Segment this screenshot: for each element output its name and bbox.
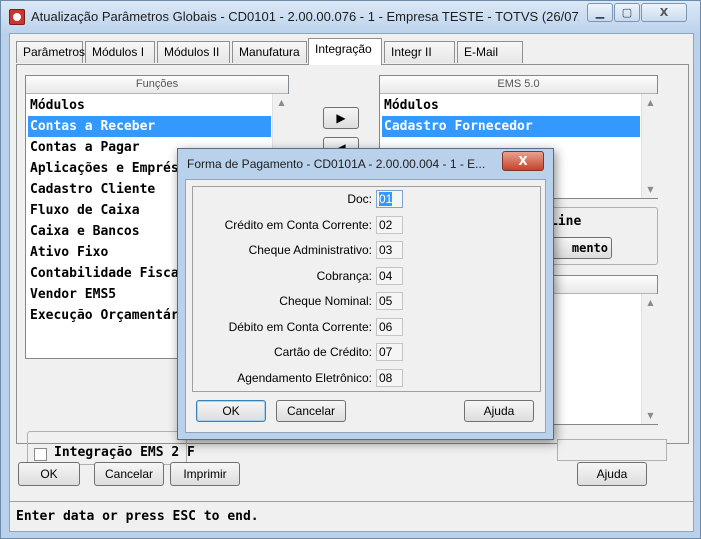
- field-cheque-administrativo-input[interactable]: 03: [376, 241, 403, 259]
- help-button[interactable]: Ajuda: [577, 462, 647, 486]
- status-bar: Enter data or press ESC to end.: [10, 501, 693, 531]
- ems-scrollbar[interactable]: ▲ ▼: [641, 94, 658, 198]
- print-button[interactable]: Imprimir: [170, 462, 240, 486]
- integration-ems2-label: Integração EMS 2 F: [54, 445, 195, 460]
- ems-list-header: EMS 5.0: [380, 76, 657, 94]
- scroll-up-icon[interactable]: ▲: [642, 294, 659, 311]
- funcoes-item-selected[interactable]: Contas a Receber: [28, 116, 271, 137]
- dialog-client: Doc: 01 Crédito em Conta Corrente: 02 Ch…: [185, 179, 546, 433]
- field-credito-conta-corrente-input[interactable]: 02: [376, 216, 403, 234]
- field-label-cheque-administrativo: Cheque Administrativo:: [248, 243, 372, 257]
- online-action-button[interactable]: mento: [550, 237, 612, 259]
- scroll-up-icon[interactable]: ▲: [273, 94, 290, 111]
- online-label: Line: [550, 214, 582, 229]
- tab-integracao[interactable]: Integração: [308, 38, 382, 65]
- app-icon: [9, 9, 25, 25]
- ok-button[interactable]: OK: [18, 462, 80, 486]
- payment-fields-group: Doc: 01 Crédito em Conta Corrente: 02 Ch…: [192, 186, 541, 392]
- field-label-cheque-nominal: Cheque Nominal:: [279, 294, 372, 308]
- ems-item[interactable]: Módulos: [382, 95, 640, 116]
- scroll-down-icon[interactable]: ▼: [642, 407, 659, 424]
- field-doc-input[interactable]: 01: [376, 190, 403, 208]
- window-title: Atualização Parâmetros Globais - CD0101 …: [31, 9, 579, 24]
- tab-modulos-i[interactable]: Módulos I: [85, 41, 155, 63]
- dialog-ok-button[interactable]: OK: [196, 400, 266, 422]
- field-cartao-credito-input[interactable]: 07: [376, 343, 403, 361]
- field-label-debito-conta-corrente: Débito em Conta Corrente:: [228, 320, 372, 334]
- scroll-up-icon[interactable]: ▲: [642, 94, 659, 111]
- payment-form-dialog: Forma de Pagamento - CD0101A - 2.00.00.0…: [177, 148, 554, 440]
- field-label-doc: Doc:: [347, 192, 372, 206]
- ems-item-selected[interactable]: Cadastro Fornecedor: [382, 116, 640, 137]
- tab-e-mail[interactable]: E-Mail: [457, 41, 523, 63]
- minimize-icon: ▁: [595, 6, 605, 19]
- title-bar[interactable]: Atualização Parâmetros Globais - CD0101 …: [1, 1, 700, 33]
- add-to-ems-button[interactable]: ▶: [323, 107, 359, 129]
- cancel-button[interactable]: Cancelar: [94, 462, 164, 486]
- tab-manufatura[interactable]: Manufatura: [232, 41, 307, 63]
- field-debito-conta-corrente-input[interactable]: 06: [376, 318, 403, 336]
- field-cheque-nominal-input[interactable]: 05: [376, 292, 403, 310]
- funcoes-list-header: Funções: [26, 76, 288, 94]
- field-agendamento-eletronico-input[interactable]: 08: [376, 369, 403, 387]
- dialog-close-button[interactable]: X: [502, 151, 544, 171]
- close-button[interactable]: X: [641, 3, 687, 22]
- arrow-right-icon: ▶: [336, 111, 346, 125]
- field-label-cartao-credito: Cartão de Crédito:: [273, 345, 372, 359]
- field-label-agendamento-eletronico: Agendamento Eletrônico:: [237, 371, 372, 385]
- funcoes-item[interactable]: Módulos: [28, 95, 271, 116]
- close-icon: X: [659, 6, 669, 19]
- field-doc-value: 01: [379, 192, 393, 206]
- dialog-title: Forma de Pagamento - CD0101A - 2.00.00.0…: [187, 157, 486, 171]
- maximize-icon: ▢: [621, 6, 633, 19]
- tab-modulos-ii[interactable]: Módulos II: [157, 41, 230, 63]
- dialog-cancel-button[interactable]: Cancelar: [276, 400, 346, 422]
- minimize-button[interactable]: ▁: [587, 3, 613, 22]
- integration-extra-field[interactable]: [557, 439, 667, 461]
- dialog-help-button[interactable]: Ajuda: [464, 400, 534, 422]
- maximize-button[interactable]: ▢: [614, 3, 640, 22]
- scroll-down-icon[interactable]: ▼: [642, 181, 659, 198]
- field-label-cobranca: Cobrança:: [316, 269, 372, 283]
- integration-ems2-checkbox[interactable]: [34, 448, 47, 461]
- tab-parametros[interactable]: Parâmetros: [16, 41, 85, 63]
- close-icon: X: [518, 154, 528, 168]
- tab-integr-ii[interactable]: Integr II: [384, 41, 455, 63]
- ems-secondary-scrollbar[interactable]: ▲ ▼: [641, 294, 658, 424]
- field-cobranca-input[interactable]: 04: [376, 267, 403, 285]
- field-label-credito-conta-corrente: Crédito em Conta Corrente:: [224, 218, 372, 232]
